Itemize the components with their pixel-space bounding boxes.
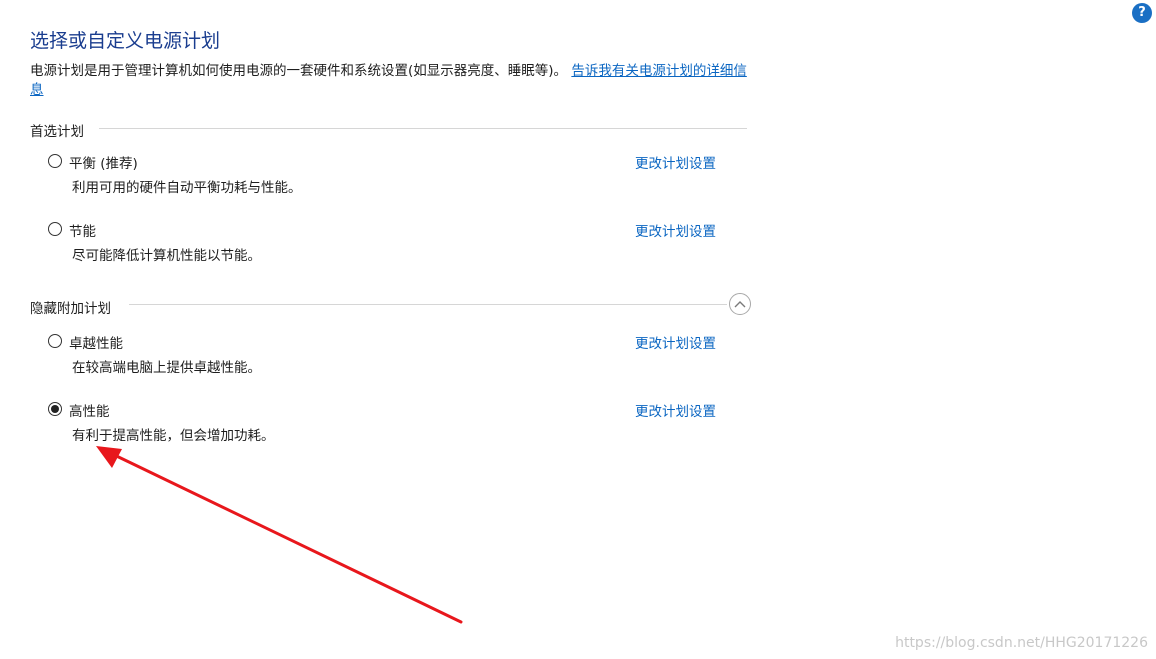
hidden-plans-heading: 隐藏附加计划 bbox=[30, 301, 111, 317]
power-options-page: ? 选择或自定义电源计划 电源计划是用于管理计算机如何使用电源的一套硬件和系统设… bbox=[0, 0, 1156, 659]
plan-balanced-desc: 利用可用的硬件自动平衡功耗与性能。 bbox=[72, 180, 302, 196]
plan-power-saver: 节能 更改计划设置 尽可能降低计算机性能以节能。 bbox=[48, 219, 738, 264]
plan-power-saver-change-settings-link[interactable]: 更改计划设置 bbox=[635, 220, 716, 240]
page-title: 选择或自定义电源计划 bbox=[30, 30, 221, 52]
plan-ultimate-performance: 卓越性能 更改计划设置 在较高端电脑上提供卓越性能。 bbox=[48, 331, 738, 376]
chevron-up-icon bbox=[734, 301, 746, 308]
plan-high-performance: 高性能 更改计划设置 有利于提高性能，但会增加功耗。 bbox=[48, 399, 738, 444]
preferred-divider bbox=[99, 128, 747, 129]
plan-balanced: 平衡 (推荐) 更改计划设置 利用可用的硬件自动平衡功耗与性能。 bbox=[48, 151, 738, 196]
plan-power-saver-name[interactable]: 节能 bbox=[69, 220, 96, 240]
plan-balanced-name[interactable]: 平衡 (推荐) bbox=[69, 152, 138, 172]
plan-high-performance-radio[interactable] bbox=[48, 402, 62, 416]
help-icon[interactable]: ? bbox=[1132, 3, 1152, 23]
plan-ultimate-performance-change-settings-link[interactable]: 更改计划设置 bbox=[635, 332, 716, 352]
plan-high-performance-name[interactable]: 高性能 bbox=[69, 400, 110, 420]
watermark: https://blog.csdn.net/HHG20171226 bbox=[895, 635, 1148, 651]
plan-power-saver-desc: 尽可能降低计算机性能以节能。 bbox=[72, 248, 261, 264]
collapse-hidden-plans-button[interactable] bbox=[729, 293, 751, 315]
plan-ultimate-performance-desc: 在较高端电脑上提供卓越性能。 bbox=[72, 360, 261, 376]
plan-ultimate-performance-radio[interactable] bbox=[48, 334, 62, 348]
intro-paragraph: 电源计划是用于管理计算机如何使用电源的一套硬件和系统设置(如显示器亮度、睡眠等)… bbox=[30, 62, 750, 100]
plan-power-saver-radio[interactable] bbox=[48, 222, 62, 236]
plan-high-performance-desc: 有利于提高性能，但会增加功耗。 bbox=[72, 428, 275, 444]
plan-balanced-radio[interactable] bbox=[48, 154, 62, 168]
hidden-divider bbox=[129, 304, 727, 305]
plan-balanced-change-settings-link[interactable]: 更改计划设置 bbox=[635, 152, 716, 172]
intro-text: 电源计划是用于管理计算机如何使用电源的一套硬件和系统设置(如显示器亮度、睡眠等)… bbox=[30, 63, 568, 79]
plan-ultimate-performance-name[interactable]: 卓越性能 bbox=[69, 332, 123, 352]
preferred-plans-heading: 首选计划 bbox=[30, 124, 84, 140]
plan-high-performance-change-settings-link[interactable]: 更改计划设置 bbox=[635, 400, 716, 420]
